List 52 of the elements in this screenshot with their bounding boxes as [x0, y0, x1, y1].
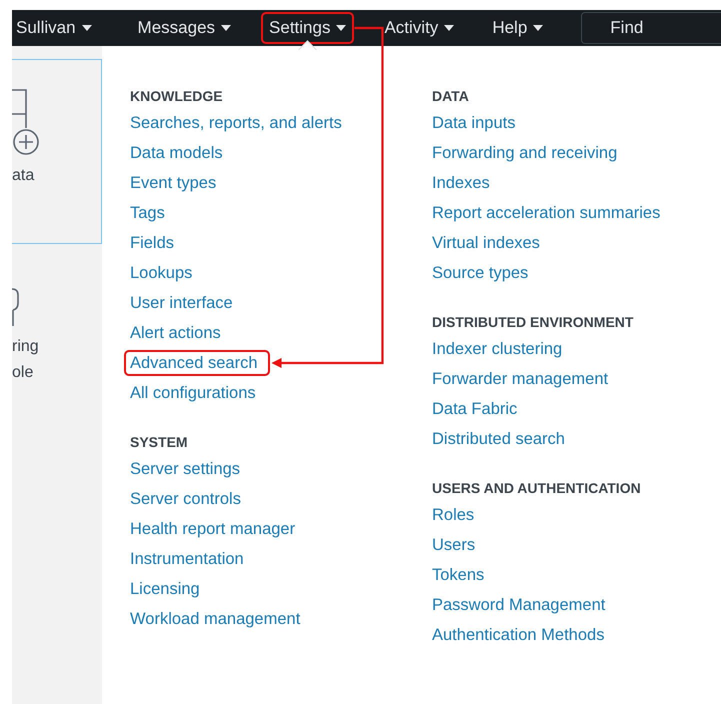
card-label: ole [12, 363, 34, 383]
menu-link[interactable]: Data inputs [426, 110, 522, 136]
app-card[interactable]: ring ole [12, 258, 102, 394]
menu-link[interactable]: Lookups [124, 260, 198, 286]
monitor-icon [12, 287, 20, 327]
card-label: ata [12, 166, 36, 186]
menu-link[interactable]: Users [426, 532, 482, 558]
menu-link[interactable]: Server settings [124, 456, 246, 482]
nav-menu-button[interactable]: Messages [130, 12, 240, 44]
menu-link[interactable]: All configurations [124, 380, 262, 406]
menu-link[interactable]: Data Fabric [426, 396, 524, 422]
menu-link[interactable]: Tokens [426, 562, 490, 588]
caret-icon [533, 25, 544, 31]
menu-link[interactable]: Password Management [426, 592, 612, 618]
caret-icon [336, 25, 346, 31]
section-heading: DISTRIBUTED ENVIRONMENT [432, 313, 634, 332]
section-heading: USERS AND AUTHENTICATION [432, 479, 641, 498]
section-heading: SYSTEM [130, 433, 188, 452]
menu-link[interactable]: Event types [124, 170, 222, 196]
menu-link[interactable]: Workload management [124, 606, 306, 632]
nav-menu-button[interactable]: Sullivan [12, 12, 100, 44]
menu-link[interactable]: Instrumentation [124, 546, 250, 572]
menu-link[interactable]: Indexes [426, 170, 496, 196]
menu-link[interactable]: Tags [124, 200, 171, 226]
menu-link[interactable]: Health report manager [124, 516, 302, 542]
menu-link[interactable]: Authentication Methods [426, 622, 610, 648]
search-field[interactable]: Find [581, 12, 721, 44]
menu-link[interactable]: Alert actions [124, 320, 227, 346]
menu-link[interactable]: Advanced search [124, 350, 270, 376]
menu-link[interactable]: Virtual indexes [426, 230, 546, 256]
menu-link[interactable]: Report acceleration summaries [426, 200, 666, 226]
caret-icon [221, 25, 232, 31]
add-data-icon [12, 88, 40, 156]
section-heading: DATA [432, 87, 469, 106]
section-heading: KNOWLEDGE [130, 87, 223, 106]
card-label: ring [12, 337, 40, 357]
menu-link[interactable]: Source types [426, 260, 534, 286]
menu-link[interactable]: Indexer clustering [426, 336, 568, 362]
caret-icon [82, 25, 92, 31]
menu-link[interactable]: Distributed search [426, 426, 571, 452]
menu-link[interactable]: User interface [124, 290, 239, 316]
menu-link[interactable]: Licensing [124, 576, 206, 602]
menu-link[interactable]: Roles [426, 502, 480, 528]
menu-link[interactable]: Forwarding and receiving [426, 140, 624, 166]
nav-menu-button[interactable]: Help [484, 12, 552, 44]
menu-link[interactable]: Data models [124, 140, 229, 166]
caret-icon [444, 25, 454, 31]
menu-link[interactable]: Forwarder management [426, 366, 614, 392]
nav-menu-button[interactable]: Activity [376, 12, 462, 44]
menu-link[interactable]: Searches, reports, and alerts [124, 110, 348, 136]
menu-link[interactable]: Server controls [124, 486, 247, 512]
menu-link[interactable]: Fields [124, 230, 180, 256]
